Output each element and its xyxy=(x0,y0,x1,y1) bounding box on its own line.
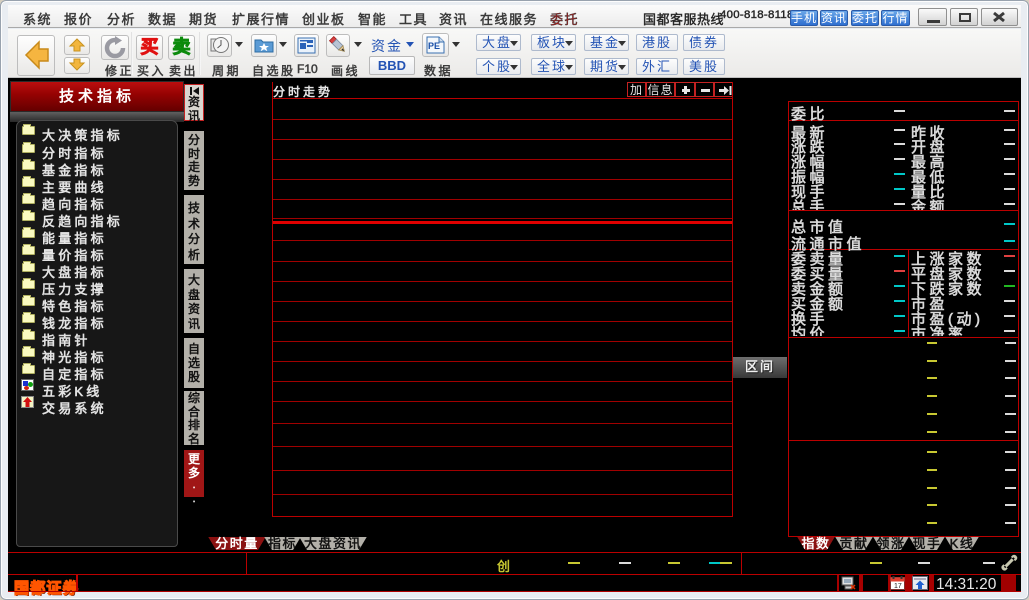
svg-text:PE: PE xyxy=(428,41,440,51)
svg-text:17: 17 xyxy=(894,583,902,590)
